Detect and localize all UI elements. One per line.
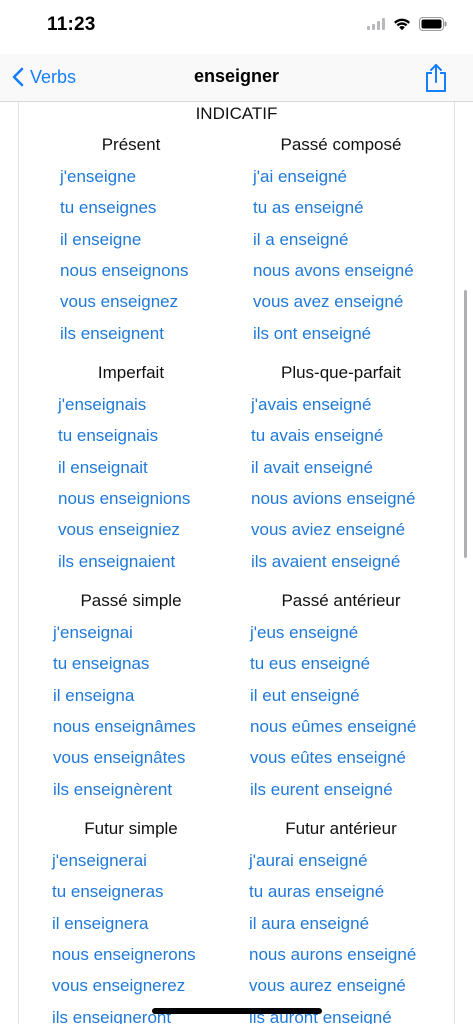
scroll-indicator[interactable] [464,290,467,558]
conjugated-form-link[interactable]: vous aurez enseigné [249,976,406,996]
conjugated-form-link[interactable]: j'enseignais [58,395,146,415]
conjugated-form-link[interactable]: tu auras enseigné [249,882,384,902]
conjugated-form-link[interactable]: tu enseigneras [52,882,164,902]
conjugated-form-link[interactable]: il avait enseigné [251,458,373,478]
tense-title: Passé composé [280,135,402,154]
mood-heading: INDICATIF [195,104,278,123]
conjugated-form-link[interactable]: tu eus enseigné [250,654,370,674]
conjugated-form-link[interactable]: ils eurent enseigné [250,780,393,800]
conjugated-form-link[interactable]: il enseigna [53,686,134,706]
tense-title: Présent [101,135,161,154]
conjugated-form-link[interactable]: tu enseignes [60,198,156,218]
conjugated-form-link[interactable]: j'enseignerai [52,851,147,871]
conjugated-form-link[interactable]: nous eûmes enseigné [250,717,416,737]
conjugated-form-link[interactable]: il a enseigné [253,230,348,250]
conjugated-form-link[interactable]: j'aurai enseigné [249,851,368,871]
conjugated-form-link[interactable]: nous enseignions [58,489,190,509]
conjugated-form-link[interactable]: nous enseignons [60,261,189,281]
conjugated-form-link[interactable]: tu avais enseigné [251,426,383,446]
conjugated-form-link[interactable]: il enseignait [58,458,148,478]
conjugated-form-link[interactable]: tu enseignas [53,654,149,674]
conjugated-form-link[interactable]: tu enseignais [58,426,158,446]
conjugated-form-link[interactable]: nous avons enseigné [253,261,414,281]
conjugated-form-link[interactable]: il aura enseigné [249,914,369,934]
conjugated-form-link[interactable]: ils enseignent [60,324,164,344]
conjugated-form-link[interactable]: vous avez enseigné [253,292,403,312]
wifi-icon [393,17,411,31]
navigation-bar: Verbs enseigner [0,54,473,102]
conjugated-form-link[interactable]: vous enseignâtes [53,748,185,768]
conjugated-form-link[interactable]: j'eus enseigné [250,623,358,643]
conjugated-form-link[interactable]: ils avaient enseigné [251,552,400,572]
battery-icon [419,17,447,31]
tense-title: Plus-que-parfait [280,363,401,382]
status-time: 11:23 [47,14,96,35]
conjugated-form-link[interactable]: nous enseignerons [52,945,196,965]
conjugated-form-link[interactable]: nous aurons enseigné [249,945,416,965]
tense-title: Passé simple [80,591,182,610]
conjugated-form-link[interactable]: il enseignera [52,914,148,934]
conjugated-form-link[interactable]: nous enseignâmes [53,717,196,737]
conjugated-form-link[interactable]: j'ai enseigné [253,167,347,187]
conjugated-form-link[interactable]: il eut enseigné [250,686,360,706]
conjugated-form-link[interactable]: tu as enseigné [253,198,364,218]
conjugated-form-link[interactable]: j'enseignai [53,623,133,643]
share-icon [426,64,446,92]
conjugated-form-link[interactable]: vous enseigniez [58,520,180,540]
share-button[interactable] [423,62,449,94]
tense-title: Futur antérieur [285,819,397,838]
tense-title: Futur simple [84,819,178,838]
conjugated-form-link[interactable]: vous aviez enseigné [251,520,405,540]
page-title: enseigner [193,66,280,86]
conjugated-form-link[interactable]: j'enseigne [60,167,136,187]
conjugation-content[interactable]: INDICATIF Présent j'enseigne tu enseignes i… [0,102,473,1024]
tense-title: Imperfait [97,363,165,382]
status-icons [367,17,447,31]
conjugated-form-link[interactable]: vous enseignerez [52,976,185,996]
signal-icon [367,18,385,30]
home-indicator [152,1008,322,1014]
conjugated-form-link[interactable]: vous enseignez [60,292,178,312]
conjugated-form-link[interactable]: vous eûtes enseigné [250,748,406,768]
conjugated-form-link[interactable]: nous avions enseigné [251,489,415,509]
conjugated-form-link[interactable]: j'avais enseigné [251,395,371,415]
tense-title: Passé antérieur [281,591,401,610]
conjugated-form-link[interactable]: il enseigne [60,230,141,250]
status-bar: 11:23 [0,0,473,54]
conjugated-form-link[interactable]: ils ont enseigné [253,324,371,344]
conjugated-form-link[interactable]: ils enseignaient [58,552,175,572]
conjugated-form-link[interactable]: ils enseignèrent [53,780,172,800]
